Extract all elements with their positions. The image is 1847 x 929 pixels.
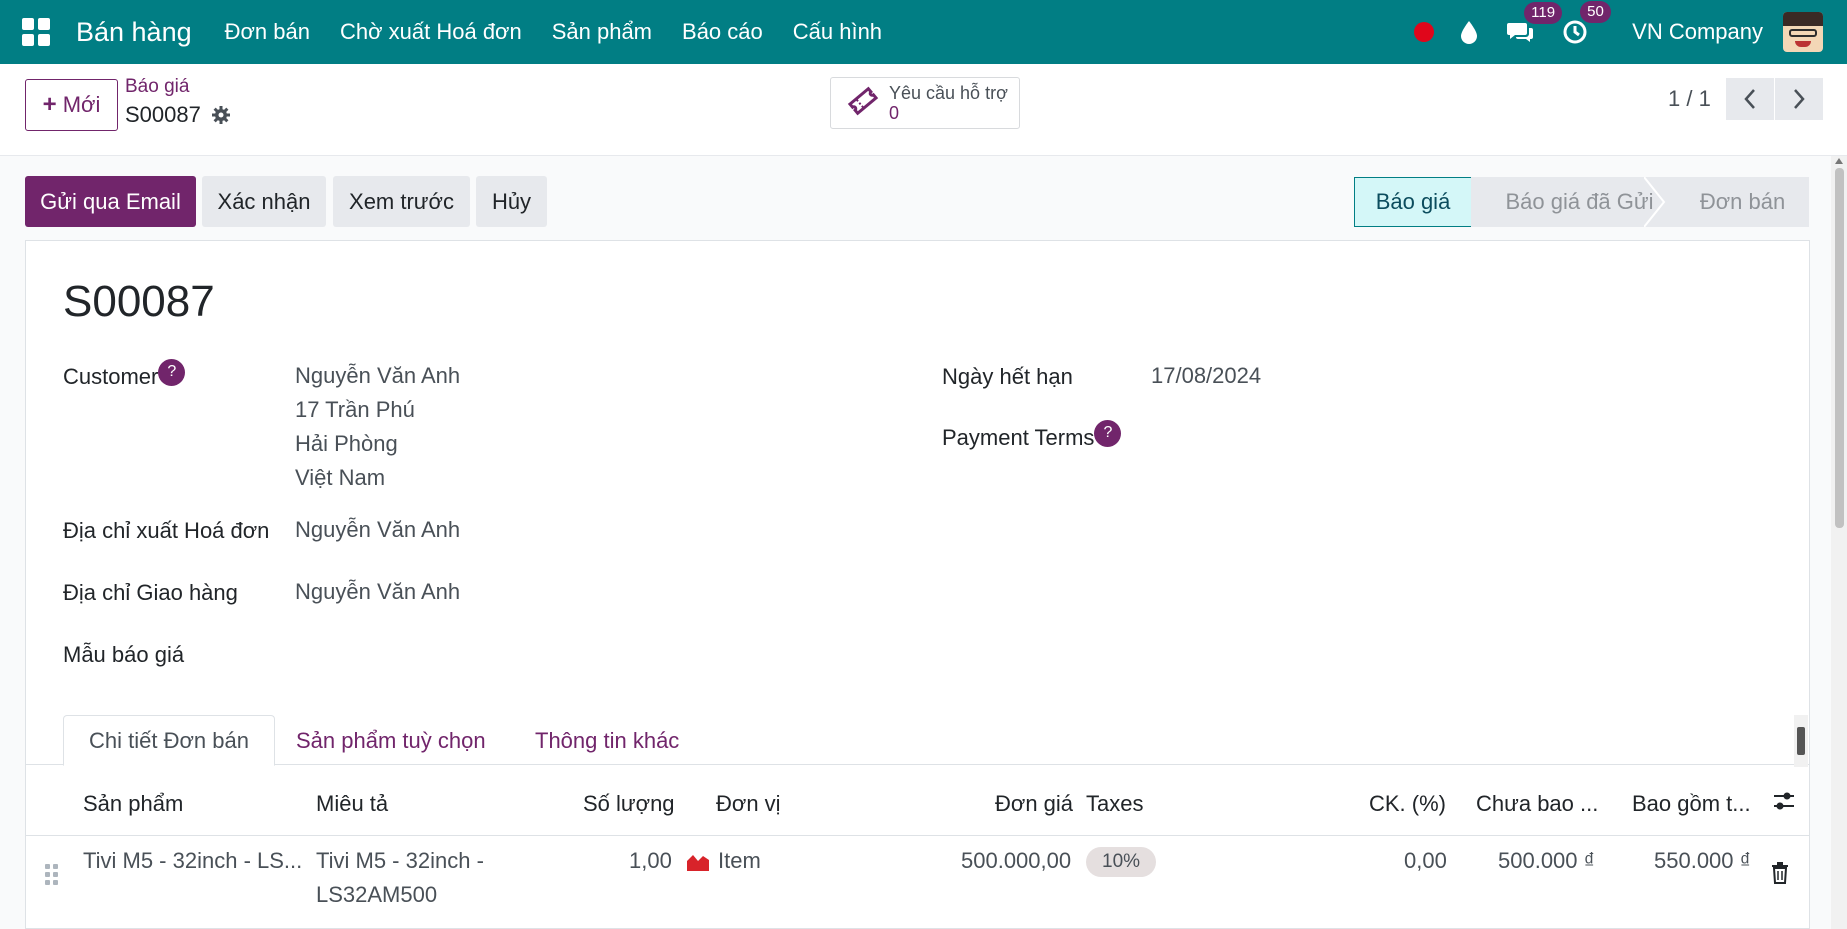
line-quantity[interactable]: 1,00 [629,844,672,878]
page-scroll-thumb[interactable] [1835,168,1844,528]
invoice-address-label: Địa chỉ xuất Hoá đơn [63,518,270,543]
customer-field[interactable]: Nguyễn Văn Anh 17 Trần Phú Hải Phòng Việ… [295,359,460,495]
page-scrollbar[interactable] [1831,156,1847,929]
line-uom: Item [718,848,761,873]
customer-country: Việt Nam [295,465,386,490]
chevron-left-icon [1744,89,1755,109]
line-description[interactable]: Tivi M5 - 32inch - LS32AM500 [316,844,484,912]
customer-street: 17 Trần Phú [295,397,415,422]
expiration-label: Ngày hết hạn [942,364,1073,389]
new-button[interactable]: + Mới [25,79,118,131]
order-line-row[interactable]: Tivi M5 - 32inch - LS... Tivi M5 - 32inc… [26,835,1809,929]
payment-terms-field[interactable] [1151,421,1751,455]
pager-previous-button[interactable] [1726,78,1774,120]
expiration-field[interactable]: 17/08/2024 [1151,359,1261,393]
stage-sales-order[interactable]: Đơn bán [1666,177,1809,227]
delivery-address-label: Địa chỉ Giao hàng [63,580,238,605]
col-unit-price[interactable]: Đơn giá [995,791,1073,817]
line-description-2: LS32AM500 [316,882,438,907]
company-switcher[interactable]: VN Company [1632,19,1763,45]
breadcrumb-current: S00087 [125,102,231,128]
quote-template-field[interactable] [295,637,795,671]
activities-badge: 50 [1580,1,1611,23]
navbar-systray: 119 50 VN Company [1414,0,1847,64]
menu-item-to-invoice[interactable]: Chờ xuất Hoá đơn [340,19,522,45]
forecast-chart-icon[interactable] [686,851,710,871]
scroll-up-arrow-icon[interactable] [1835,158,1843,164]
menu-item-orders[interactable]: Đơn bán [225,19,310,45]
stage-quotation-sent[interactable]: Báo giá đã Gửi [1471,177,1666,227]
app-grid-icon[interactable] [22,18,50,46]
control-panel: + Mới Báo giá S00087 Yêu cầu hỗ trợ 0 1 … [0,64,1847,156]
line-uom-cell[interactable]: Item [686,844,761,878]
record-title: S00087 [63,277,215,326]
line-tax-tag[interactable]: 10% [1086,847,1157,877]
quote-template-label: Mẫu báo giá [63,642,185,667]
ticket-icon [847,85,879,122]
payment-terms-label-text: Payment Terms [942,425,1095,450]
line-unit-price[interactable]: 500.000,00 [961,844,1071,878]
new-button-label: Mới [62,92,101,117]
line-product[interactable]: Tivi M5 - 32inch - LS... [83,844,302,878]
payment-terms-help-icon[interactable]: ? [1094,419,1122,447]
tab-order-lines[interactable]: Chi tiết Đơn bán [63,715,275,766]
tab-other-info[interactable]: Thông tin khác [510,715,704,766]
customer-label: Customer? [63,358,186,394]
tabs-scrollbar[interactable] [1794,715,1808,767]
trash-icon[interactable] [1771,860,1789,894]
menu-item-reporting[interactable]: Báo cáo [682,19,763,45]
gear-icon[interactable] [211,105,231,125]
stage-quotation[interactable]: Báo giá [1354,177,1472,227]
stage-separator-icon [1644,177,1666,227]
line-description-1: Tivi M5 - 32inch - [316,848,484,873]
send-email-button[interactable]: Gửi qua Email [25,176,196,227]
col-taxes[interactable]: Taxes [1086,791,1143,817]
col-description[interactable]: Miêu tả [316,791,388,817]
col-total[interactable]: Bao gồm t... [1632,791,1751,817]
support-count: 0 [889,103,900,123]
customer-name: Nguyễn Văn Anh [295,363,461,388]
messages-badge: 119 [1524,2,1563,24]
preview-button[interactable]: Xem trước [333,176,470,227]
support-ticket-button[interactable]: Yêu cầu hỗ trợ 0 [830,77,1020,129]
drag-handle-icon[interactable] [45,864,58,885]
clock-icon[interactable]: 50 [1562,1,1611,45]
col-discount[interactable]: CK. (%) [1369,791,1446,817]
app-brand[interactable]: Bán hàng [76,17,192,48]
payment-terms-label: Payment Terms? [942,419,1122,455]
optional-columns-icon[interactable] [1772,789,1796,819]
col-product[interactable]: Sản phẩm [83,791,183,817]
menu-item-configuration[interactable]: Cấu hình [793,19,882,45]
record-indicator-icon[interactable] [1414,22,1435,42]
cancel-button[interactable]: Hủy [476,176,547,227]
customer-label-text: Customer [63,364,159,389]
notebook-tabs: Chi tiết Đơn bán Sản phẩm tuỳ chọn Thông… [26,715,1809,766]
plus-icon: + [42,91,57,118]
menu-item-products[interactable]: Sản phẩm [552,19,652,45]
top-navbar: Bán hàng Đơn bán Chờ xuất Hoá đơn Sản ph… [0,0,1847,64]
customer-city: Hải Phòng [295,431,398,456]
status-bar: Báo giá Báo giá đã Gửi Đơn bán [1354,177,1809,227]
col-subtotal[interactable]: Chưa bao ... [1476,791,1598,817]
line-total: 550.000 ₫ [1654,848,1751,873]
breadcrumb-quotations[interactable]: Báo giá [125,76,189,98]
col-uom[interactable]: Đơn vị [716,791,781,817]
breadcrumb-current-label: S00087 [125,102,201,127]
customer-help-icon[interactable]: ? [158,358,186,386]
form-sheet: S00087 Customer? Nguyễn Văn Anh 17 Trần … [25,240,1810,929]
confirm-button[interactable]: Xác nhận [202,176,326,227]
user-avatar[interactable] [1783,12,1823,52]
delivery-address-field[interactable]: Nguyễn Văn Anh [295,575,460,609]
col-quantity[interactable]: Số lượng [583,791,675,817]
line-subtotal: 500.000 ₫ [1498,848,1595,873]
chat-icon[interactable]: 119 [1506,2,1563,44]
droplet-icon[interactable] [1460,20,1478,44]
pager-value[interactable]: 1 / 1 [1668,86,1711,112]
invoice-address-field[interactable]: Nguyễn Văn Anh [295,513,460,547]
support-label: Yêu cầu hỗ trợ [889,83,1008,103]
line-discount[interactable]: 0,00 [1404,844,1447,878]
tab-optional-products[interactable]: Sản phẩm tuỳ chọn [271,715,511,766]
pager-next-button[interactable] [1775,78,1823,120]
chevron-right-icon [1794,89,1805,109]
